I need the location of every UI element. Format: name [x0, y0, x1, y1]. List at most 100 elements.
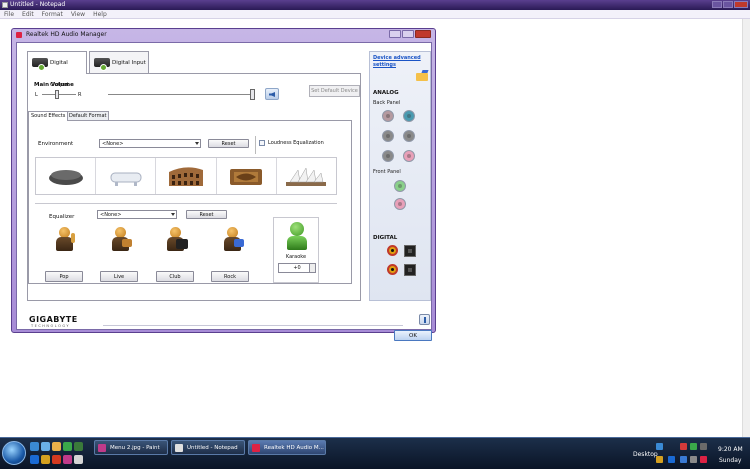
- info-button[interactable]: [419, 314, 430, 325]
- realtek-close-button[interactable]: [415, 30, 431, 38]
- balance-left-label: L: [35, 92, 38, 98]
- karaoke-label: Karaoke: [285, 254, 307, 260]
- sound-effects-panel: Environment <None> Reset Loudness Equali…: [28, 120, 352, 284]
- front-jack-1[interactable]: [394, 180, 406, 192]
- ok-button[interactable]: OK: [394, 330, 432, 341]
- mute-button[interactable]: [265, 88, 279, 100]
- realtek-titlebar: Realtek HD Audio Manager: [12, 29, 435, 41]
- divider: [35, 203, 337, 204]
- optical-jack-2[interactable]: [404, 264, 416, 276]
- tab-digital-output[interactable]: Digital Output: [27, 51, 87, 88]
- notepad-caption-buttons: [712, 1, 748, 8]
- tray-security-icon[interactable]: [680, 443, 687, 450]
- volume-slider-thumb[interactable]: [250, 89, 255, 100]
- tray-realtek-icon[interactable]: [700, 456, 707, 463]
- volume-slider-track[interactable]: [108, 94, 254, 95]
- desktop-toolbar-label[interactable]: Desktop: [633, 451, 658, 458]
- menu-view[interactable]: View: [71, 10, 85, 18]
- tray-volume-icon[interactable]: [700, 443, 707, 450]
- pop-singer-icon[interactable]: [51, 225, 77, 253]
- environment-reset-button[interactable]: Reset: [208, 139, 249, 148]
- show-desktop-icon[interactable]: [30, 442, 39, 451]
- equalizer-label: Equalizer: [49, 214, 75, 220]
- tab-default-format[interactable]: Default Format: [66, 111, 110, 120]
- tray-bluetooth-icon[interactable]: [668, 456, 675, 463]
- optical-jack-1[interactable]: [404, 245, 416, 257]
- notepad-icon: [175, 444, 183, 452]
- environment-option[interactable]: [277, 158, 336, 194]
- live-guitarist-icon[interactable]: [107, 225, 133, 253]
- realtek-maximize-button[interactable]: [402, 30, 414, 38]
- menu-help[interactable]: Help: [93, 10, 107, 18]
- eq-preset-live-button[interactable]: Live: [100, 271, 138, 282]
- start-button[interactable]: [2, 441, 26, 465]
- environment-option[interactable]: [96, 158, 157, 194]
- spin-arrows-icon[interactable]: [309, 264, 315, 272]
- back-jack-4[interactable]: [403, 130, 415, 142]
- device-advanced-settings-link[interactable]: Device advanced settings: [373, 55, 429, 69]
- equalizer-figures: [43, 225, 253, 255]
- equalizer-reset-button[interactable]: Reset: [186, 210, 227, 219]
- tab-digital-input[interactable]: Digital Input: [89, 51, 149, 73]
- folder-icon[interactable]: [416, 73, 428, 81]
- tray-network-icon[interactable]: [656, 443, 663, 450]
- device-pane: Digital Output Digital Input Main Volume…: [27, 51, 365, 301]
- menu-edit[interactable]: Edit: [22, 10, 34, 18]
- switch-windows-icon[interactable]: [41, 442, 50, 451]
- default-check-icon: [38, 64, 45, 71]
- back-jack-3[interactable]: [382, 130, 394, 142]
- minimize-button[interactable]: [712, 1, 722, 8]
- notepad-scrollbar[interactable]: [742, 19, 750, 437]
- media-icon[interactable]: [52, 455, 61, 464]
- environment-option[interactable]: [217, 158, 277, 194]
- task-paint[interactable]: Menu 2.jpg - Paint: [94, 440, 168, 455]
- club-pianist-icon[interactable]: [162, 225, 188, 253]
- messenger-icon[interactable]: [63, 442, 72, 451]
- maximize-button[interactable]: [723, 1, 733, 8]
- clock-day[interactable]: Sunday: [719, 457, 741, 464]
- task-notepad[interactable]: Untitled - Notepad: [171, 440, 245, 455]
- excel-icon[interactable]: [74, 442, 83, 451]
- explorer-icon[interactable]: [52, 442, 61, 451]
- tab-sound-effects[interactable]: Sound Effects: [28, 111, 69, 121]
- coaxial-jack-1[interactable]: [387, 245, 398, 256]
- tray-monitor-icon[interactable]: [680, 456, 687, 463]
- close-button[interactable]: [734, 1, 748, 8]
- realtek-minimize-button[interactable]: [389, 30, 401, 38]
- ie-icon[interactable]: [30, 455, 39, 464]
- paint-icon: [98, 444, 106, 452]
- eq-preset-club-button[interactable]: Club: [156, 271, 194, 282]
- back-jack-6[interactable]: [403, 150, 415, 162]
- equalizer-select-value: <None>: [100, 212, 122, 218]
- task-paint-label: Menu 2.jpg - Paint: [110, 445, 160, 451]
- firefox-icon[interactable]: [41, 455, 50, 464]
- paint-icon[interactable]: [63, 455, 72, 464]
- balance-right-label: R: [78, 92, 82, 98]
- task-realtek-label: Realtek HD Audio M...: [264, 445, 324, 451]
- rock-guitarist-icon[interactable]: [219, 225, 245, 253]
- environment-label: Environment: [38, 141, 74, 147]
- back-jack-1[interactable]: [382, 110, 394, 122]
- coaxial-jack-2[interactable]: [387, 264, 398, 275]
- karaoke-stepper[interactable]: +0: [278, 263, 316, 273]
- brand-logo: GIGABYTE: [29, 315, 78, 324]
- environment-option[interactable]: [36, 158, 97, 194]
- eq-preset-rock-button[interactable]: Rock: [211, 271, 249, 282]
- menu-file[interactable]: File: [4, 10, 14, 18]
- environment-option[interactable]: [156, 158, 217, 194]
- clock-time[interactable]: 9:20 AM: [718, 446, 743, 453]
- tray-device-icon[interactable]: [690, 456, 697, 463]
- tray-update-icon[interactable]: [690, 443, 697, 450]
- tab-digital-input-label: Digital Input: [112, 60, 146, 66]
- menu-format[interactable]: Format: [42, 10, 63, 18]
- equalizer-select[interactable]: <None>: [97, 210, 177, 219]
- back-jack-5[interactable]: [382, 150, 394, 162]
- eq-preset-pop-button[interactable]: Pop: [45, 271, 83, 282]
- app-icon[interactable]: [74, 455, 83, 464]
- environment-select[interactable]: <None>: [99, 139, 201, 148]
- set-default-device-button[interactable]: Set Default Device: [309, 85, 360, 97]
- front-jack-2[interactable]: [394, 198, 406, 210]
- back-jack-2[interactable]: [403, 110, 415, 122]
- task-realtek[interactable]: Realtek HD Audio M...: [248, 440, 326, 455]
- loudness-equalization-checkbox[interactable]: [259, 140, 265, 146]
